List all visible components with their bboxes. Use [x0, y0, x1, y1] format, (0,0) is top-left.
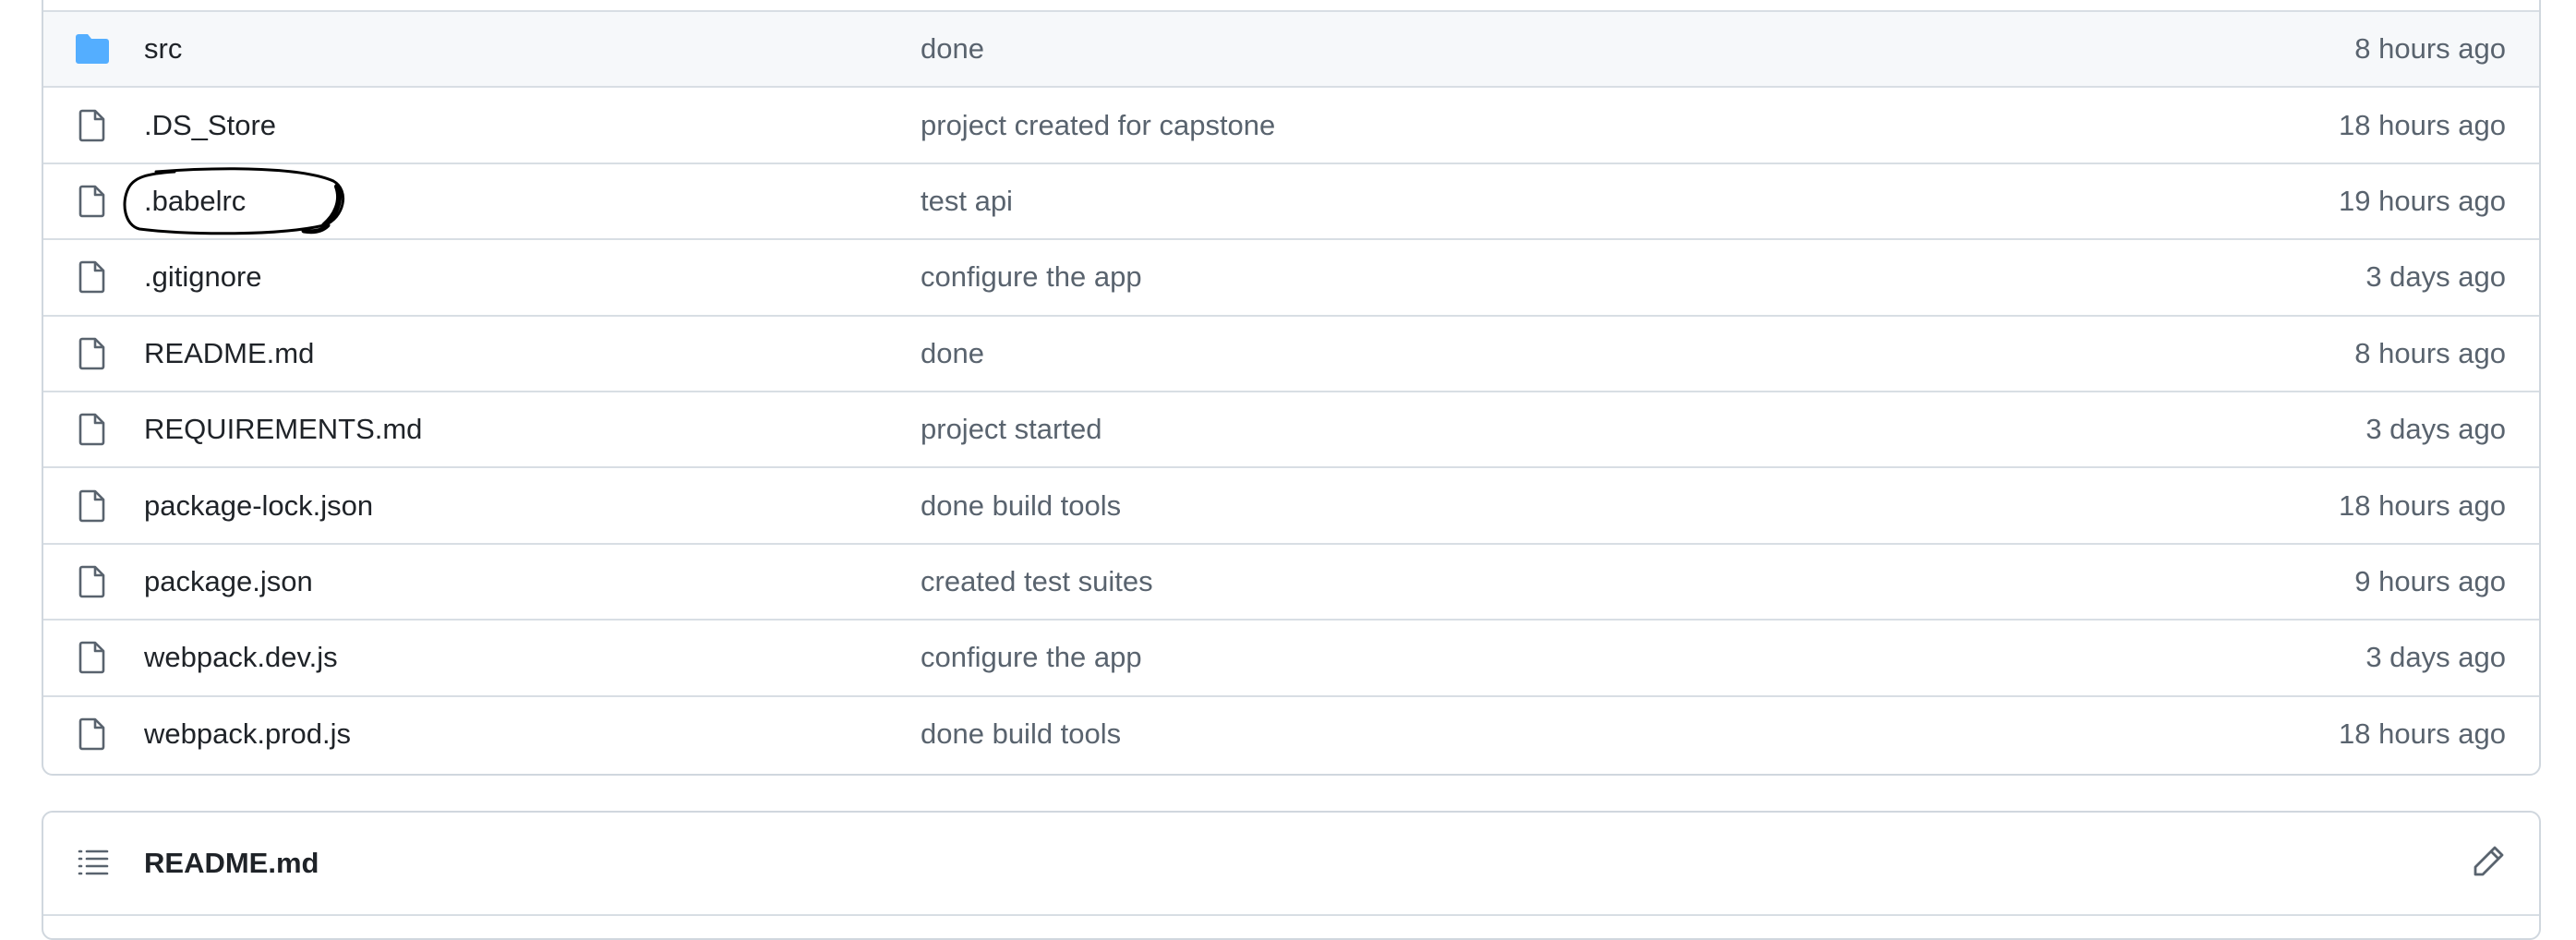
commit-message-link[interactable]: test api: [921, 185, 1013, 218]
file-name-link[interactable]: src: [144, 32, 182, 66]
file-name-link[interactable]: REQUIREMENTS.md: [144, 413, 422, 446]
readme-panel: README.md: [42, 811, 2541, 940]
table-row[interactable]: package-lock.json done build tools 18 ho…: [43, 466, 2539, 542]
file-name-link[interactable]: webpack.prod.js: [144, 717, 351, 751]
commit-message-link[interactable]: done build tools: [921, 717, 1121, 751]
file-table: src done 8 hours ago .DS_Store project c…: [42, 0, 2541, 776]
commit-message-link[interactable]: done: [921, 32, 984, 66]
file-icon: [73, 183, 112, 220]
commit-time: 19 hours ago: [2339, 184, 2506, 217]
file-name-link[interactable]: .DS_Store: [144, 109, 276, 142]
file-icon: [73, 107, 112, 144]
commit-message-link[interactable]: done: [921, 337, 984, 370]
table-row[interactable]: .babelrc test api 19 hours ago: [43, 162, 2539, 238]
commit-message-link[interactable]: done build tools: [921, 489, 1121, 523]
commit-time: 3 days ago: [2365, 260, 2506, 294]
table-row[interactable]: README.md done 8 hours ago: [43, 314, 2539, 391]
list-icon[interactable]: [77, 846, 110, 879]
commit-message-link[interactable]: project started: [921, 413, 1101, 446]
table-row[interactable]: webpack.dev.js configure the app 3 days …: [43, 619, 2539, 694]
readme-header: README.md: [43, 813, 2539, 916]
file-icon: [73, 716, 112, 753]
table-row[interactable]: .DS_Store project created for capstone 1…: [43, 86, 2539, 162]
file-icon: [73, 411, 112, 448]
file-icon: [73, 335, 112, 372]
file-icon: [73, 488, 112, 524]
commit-time: 8 hours ago: [2354, 32, 2506, 66]
commit-message-link[interactable]: configure the app: [921, 260, 1142, 294]
file-name-link[interactable]: webpack.dev.js: [144, 641, 338, 674]
commit-time: 18 hours ago: [2339, 108, 2506, 141]
table-row[interactable]: webpack.prod.js done build tools 18 hour…: [43, 694, 2539, 771]
table-header-spacer: [43, 0, 2539, 10]
readme-title[interactable]: README.md: [144, 847, 319, 880]
file-icon: [73, 639, 112, 676]
table-row[interactable]: package.json created test suites 9 hours…: [43, 542, 2539, 619]
file-name-link[interactable]: .babelrc: [144, 185, 246, 218]
commit-time: 3 days ago: [2365, 413, 2506, 446]
file-name-link[interactable]: package.json: [144, 565, 313, 598]
folder-icon: [73, 30, 112, 67]
file-name-link[interactable]: .gitignore: [144, 260, 262, 294]
commit-time: 18 hours ago: [2339, 488, 2506, 522]
commit-message-link[interactable]: project created for capstone: [921, 109, 1275, 142]
table-row[interactable]: src done 8 hours ago: [43, 10, 2539, 87]
table-row[interactable]: REQUIREMENTS.md project started 3 days a…: [43, 390, 2539, 466]
commit-message-link[interactable]: configure the app: [921, 641, 1142, 674]
commit-time: 8 hours ago: [2354, 336, 2506, 369]
file-icon: [73, 259, 112, 295]
file-name-link[interactable]: README.md: [144, 337, 314, 370]
commit-time: 18 hours ago: [2339, 717, 2506, 750]
commit-message-link[interactable]: created test suites: [921, 565, 1153, 598]
file-icon: [73, 563, 112, 600]
commit-time: 9 hours ago: [2354, 564, 2506, 597]
file-name-link[interactable]: package-lock.json: [144, 489, 373, 523]
commit-time: 3 days ago: [2365, 641, 2506, 674]
table-row[interactable]: .gitignore configure the app 3 days ago: [43, 238, 2539, 314]
pencil-icon[interactable]: [2471, 844, 2506, 879]
